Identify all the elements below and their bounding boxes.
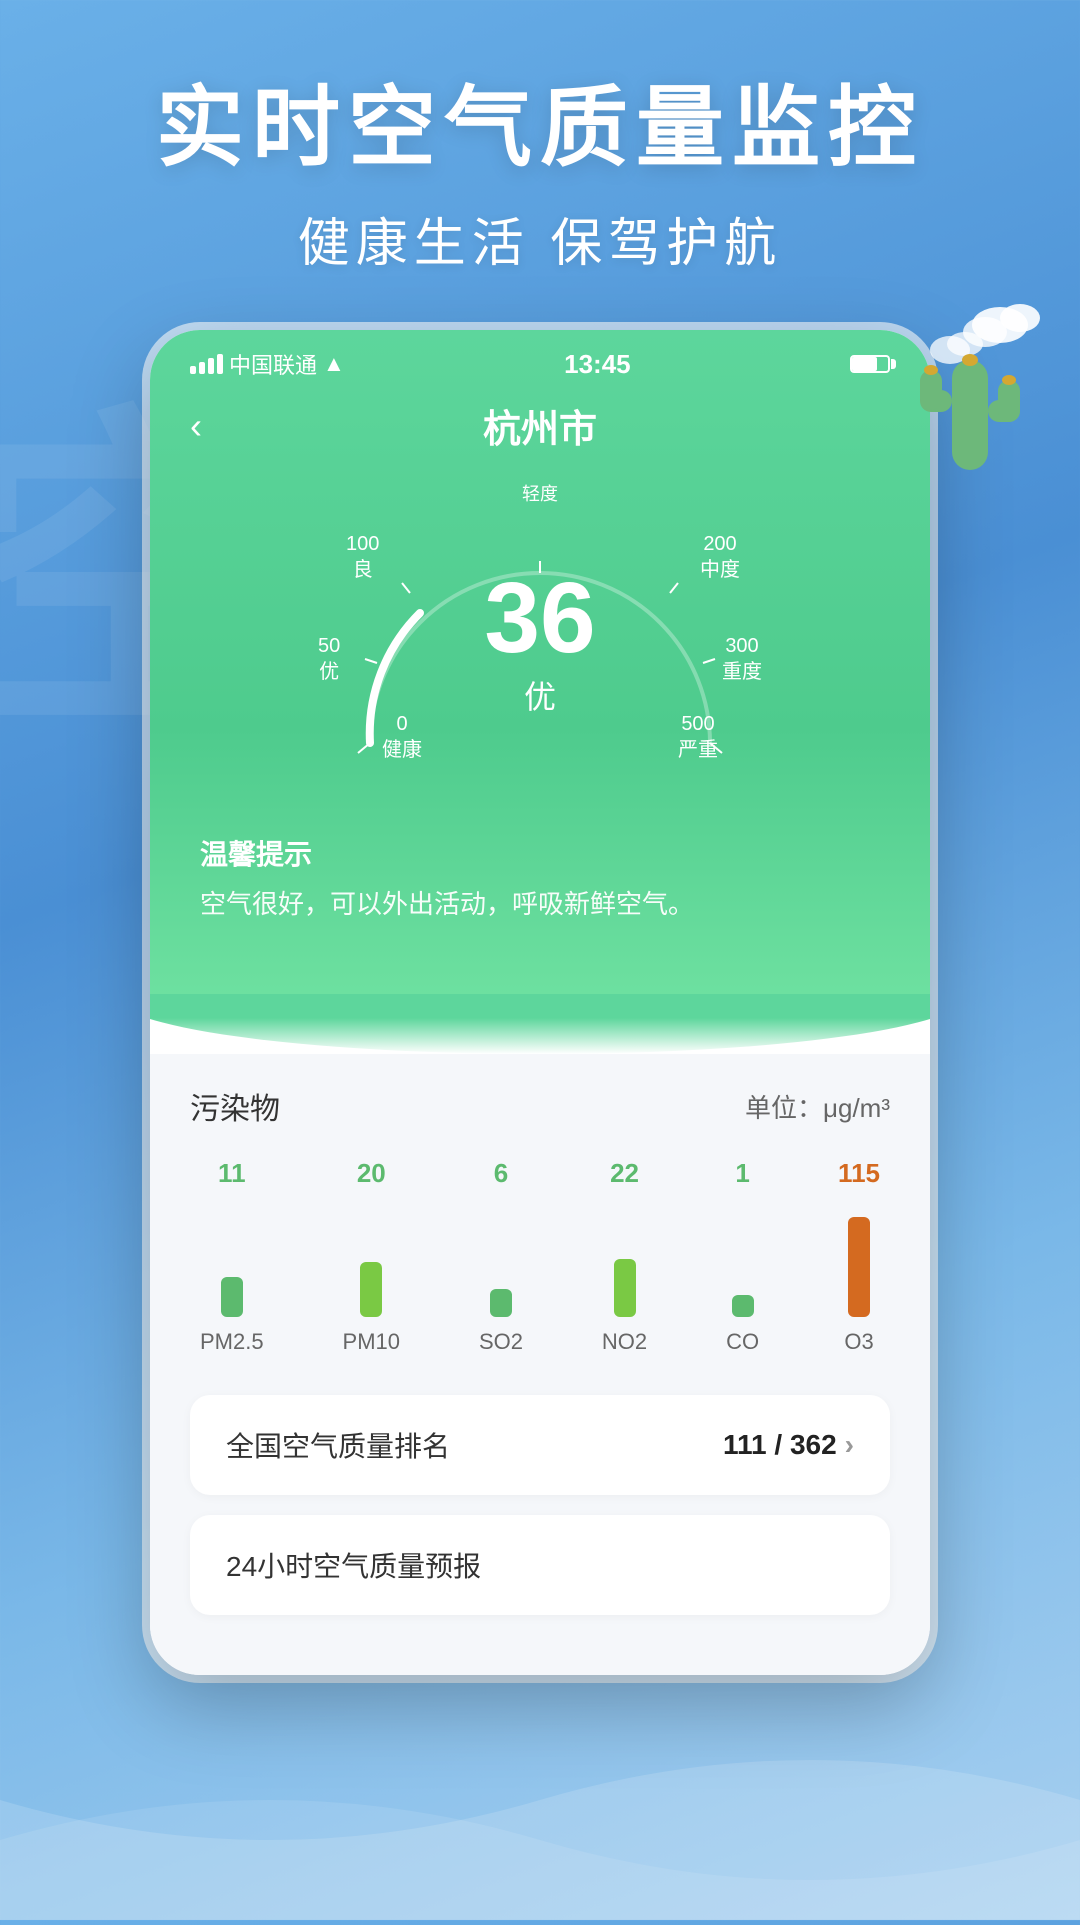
pollutant-bar-container xyxy=(360,1197,382,1317)
tip-title: 温馨提示 xyxy=(200,833,880,873)
bottom-wave xyxy=(0,1720,1080,1920)
pollutant-name-no2: NO2 xyxy=(602,1329,647,1355)
pollutant-name-so2: SO2 xyxy=(479,1329,523,1355)
pollutant-item-pm10: 20 PM10 xyxy=(343,1158,400,1355)
pollutants-title: 污染物 xyxy=(190,1084,280,1128)
pollutant-bar xyxy=(848,1217,870,1317)
tip-section: 温馨提示 空气很好，可以外出活动，呼吸新鲜空气。 xyxy=(150,813,930,954)
pollutant-bar-container xyxy=(614,1197,636,1317)
pollutants-unit: 单位：μg/m³ xyxy=(745,1088,890,1125)
pollutant-value-pm2.5: 11 xyxy=(218,1158,246,1189)
pollutant-bar-container xyxy=(732,1197,754,1317)
pollutant-bar xyxy=(490,1289,512,1317)
status-time: 13:45 xyxy=(564,349,631,380)
forecast-card[interactable]: 24小时空气质量预报 xyxy=(190,1515,890,1615)
pollutant-value-pm10: 20 xyxy=(357,1158,386,1189)
ranking-card[interactable]: 全国空气质量排名 111 / 362 › xyxy=(190,1395,890,1495)
pollutant-item-o3: 115 O3 xyxy=(838,1158,880,1355)
hero-title: 实时空气质量监控 xyxy=(0,80,1080,177)
ranking-chevron: › xyxy=(845,1429,854,1461)
battery-icon xyxy=(850,355,890,373)
pollutant-value-co: 1 xyxy=(735,1158,749,1189)
phone-mockup: 中国联通 ▲ 13:45 ‹ 杭州市 xyxy=(150,330,930,1675)
pollutant-bar xyxy=(732,1295,754,1317)
phone-green-section: 中国联通 ▲ 13:45 ‹ 杭州市 xyxy=(150,330,930,994)
gauge-container: 轻度 0 健康 50 优 100 良 200 xyxy=(310,473,770,793)
pollutants-header: 污染物 单位：μg/m³ xyxy=(190,1084,890,1128)
gauge-center: 36 优 xyxy=(484,568,595,718)
pollutant-bar-container xyxy=(848,1197,870,1317)
signal-bars xyxy=(190,354,223,374)
pollutant-name-co: CO xyxy=(726,1329,759,1355)
ranking-card-value: 111 / 362 › xyxy=(723,1429,854,1461)
pollutant-item-no2: 22 NO2 xyxy=(602,1158,647,1355)
pollutant-item-co: 1 CO xyxy=(726,1158,759,1355)
ranking-card-title: 全国空气质量排名 xyxy=(226,1425,450,1465)
aqi-quality: 优 xyxy=(484,672,595,718)
pollutant-bar xyxy=(360,1262,382,1317)
status-bar: 中国联通 ▲ 13:45 xyxy=(150,330,930,388)
back-button[interactable]: ‹ xyxy=(190,405,202,447)
pollutant-item-pm2.5: 11 PM2.5 xyxy=(200,1158,264,1355)
carrier-label: 中国联通 xyxy=(229,348,317,380)
status-left: 中国联通 ▲ xyxy=(190,348,345,380)
gauge-section: 轻度 0 健康 50 优 100 良 200 xyxy=(150,473,930,813)
pollutant-bar-container xyxy=(490,1197,512,1317)
city-name: 杭州市 xyxy=(483,398,597,453)
phone-white-section: 污染物 单位：μg/m³ 11 PM2.5 20 PM10 6 SO2 22 N… xyxy=(150,1054,930,1675)
pollutant-value-no2: 22 xyxy=(610,1158,639,1189)
forecast-card-title: 24小时空气质量预报 xyxy=(226,1545,481,1585)
pollutant-bar xyxy=(221,1277,243,1317)
pollutant-bar-container xyxy=(221,1197,243,1317)
hero-subtitle: 健康生活 保驾护航 xyxy=(0,201,1080,276)
cactus-decoration xyxy=(890,280,1050,480)
wifi-icon: ▲ xyxy=(323,351,345,377)
hero-section: 实时空气质量监控 健康生活 保驾护航 xyxy=(0,0,1080,276)
pollutants-grid: 11 PM2.5 20 PM10 6 SO2 22 NO2 1 CO 115 xyxy=(190,1158,890,1355)
pollutant-item-so2: 6 SO2 xyxy=(479,1158,523,1355)
pollutant-bar xyxy=(614,1259,636,1317)
pollutant-value-so2: 6 xyxy=(494,1158,508,1189)
nav-bar: ‹ 杭州市 xyxy=(150,388,930,473)
pollutant-value-o3: 115 xyxy=(838,1158,880,1189)
wave-divider xyxy=(150,994,930,1054)
tip-content: 空气很好，可以外出活动，呼吸新鲜空气。 xyxy=(200,885,880,924)
pollutant-name-pm10: PM10 xyxy=(343,1329,400,1355)
aqi-value: 36 xyxy=(484,568,595,668)
pollutant-name-pm2.5: PM2.5 xyxy=(200,1329,264,1355)
pollutant-name-o3: O3 xyxy=(844,1329,873,1355)
